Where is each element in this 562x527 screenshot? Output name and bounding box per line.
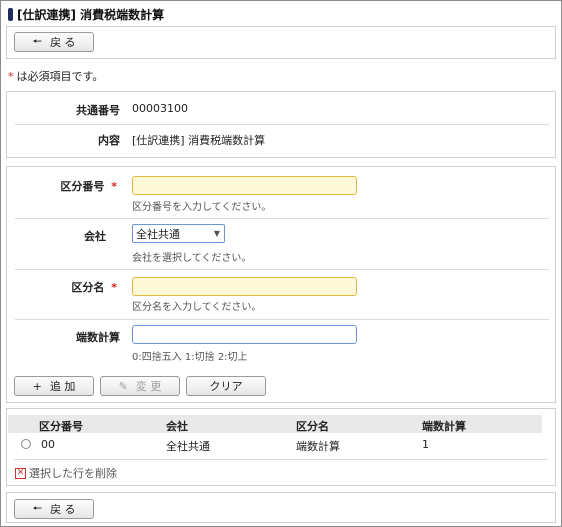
back-button-label: 戻 る — [50, 503, 76, 516]
page-header: [仕訳連携] 消費税端数計算 — [8, 6, 164, 23]
category-no-hint: 区分番号を入力してください。 — [132, 202, 272, 213]
delete-x-icon: ✕ — [15, 467, 26, 479]
clear-button-label: クリア — [209, 380, 243, 393]
column-header: 会社 — [166, 420, 188, 433]
category-name-hint: 区分名を入力してください。 — [132, 302, 262, 313]
company-select[interactable]: 全社共通 ▼ — [132, 224, 225, 243]
bottom-nav-panel: 🠔 戻 る — [6, 492, 556, 523]
required-note-text: は必須項目です。 — [16, 70, 104, 83]
back-button[interactable]: 🠔 戻 る — [14, 499, 94, 519]
clear-button[interactable]: クリア — [186, 376, 266, 396]
back-button[interactable]: 🠔 戻 る — [14, 32, 94, 52]
arrow-left-icon: 🠔 — [32, 34, 43, 48]
delete-selected-button[interactable]: ✕ 選択した行を削除 — [15, 465, 117, 481]
table-row[interactable]: 00 全社共通 端数計算 1 — [8, 435, 542, 453]
change-button[interactable]: ✎ 変 更 — [100, 376, 180, 396]
rounding-label: 端数計算 — [76, 331, 120, 344]
arrow-left-icon: 🠔 — [32, 501, 43, 515]
content-value: [仕訳連携] 消費税端数計算 — [132, 134, 266, 147]
top-nav-panel: 🠔 戻 る — [6, 26, 556, 59]
change-button-label: 変 更 — [135, 380, 162, 393]
page-title: [仕訳連携] 消費税端数計算 — [17, 8, 165, 22]
column-header: 区分名 — [296, 420, 329, 433]
column-header: 端数計算 — [422, 420, 466, 433]
info-divider — [15, 124, 549, 125]
list-divider — [14, 459, 548, 460]
info-panel: 共通番号 00003100 内容 [仕訳連携] 消費税端数計算 — [6, 91, 556, 158]
cell-company: 全社共通 — [166, 440, 210, 453]
required-mark: * — [111, 281, 117, 294]
form-divider — [15, 218, 549, 219]
category-name-label: 区分名 * — [7, 279, 120, 295]
form-divider — [15, 319, 549, 320]
rounding-input[interactable] — [132, 325, 357, 344]
category-name-input[interactable] — [132, 277, 357, 296]
form-panel: 区分番号 * 区分番号を入力してください。 会社 全社共通 ▼ 会社を選択してく… — [6, 166, 556, 403]
pencil-icon: ✎ — [118, 379, 128, 393]
category-no-label: 区分番号 * — [7, 178, 120, 194]
content-label: 内容 — [98, 134, 120, 147]
plus-icon: + — [32, 379, 42, 393]
company-select-value: 全社共通 — [136, 227, 180, 241]
company-label: 会社 — [84, 230, 106, 243]
category-no-input[interactable] — [132, 176, 357, 195]
company-hint: 会社を選択してください。 — [132, 253, 252, 264]
category-name-label-text: 区分名 — [71, 281, 105, 294]
add-button[interactable]: + 追 加 — [14, 376, 94, 396]
row-radio[interactable] — [21, 439, 31, 449]
form-divider — [15, 269, 549, 270]
rounding-hint: 0:四捨五入 1:切捨 2:切上 — [132, 352, 248, 363]
cell-category-no: 00 — [41, 438, 55, 451]
delete-selected-label: 選択した行を削除 — [29, 467, 117, 480]
common-no-value: 00003100 — [132, 102, 188, 115]
required-mark: * — [8, 70, 14, 83]
required-mark: * — [111, 180, 117, 193]
title-marker-icon — [8, 8, 13, 21]
cell-rounding: 1 — [422, 438, 429, 451]
chevron-down-icon: ▼ — [213, 229, 220, 238]
cell-category-name: 端数計算 — [296, 440, 340, 453]
back-button-label: 戻 る — [50, 36, 76, 49]
column-header: 区分番号 — [39, 420, 83, 433]
category-no-label-text: 区分番号 — [60, 180, 105, 193]
required-note: * は必須項目です。 — [8, 68, 103, 84]
add-button-label: 追 加 — [49, 380, 76, 393]
common-no-label: 共通番号 — [76, 104, 120, 117]
table-header: 区分番号 会社 区分名 端数計算 — [8, 415, 542, 433]
